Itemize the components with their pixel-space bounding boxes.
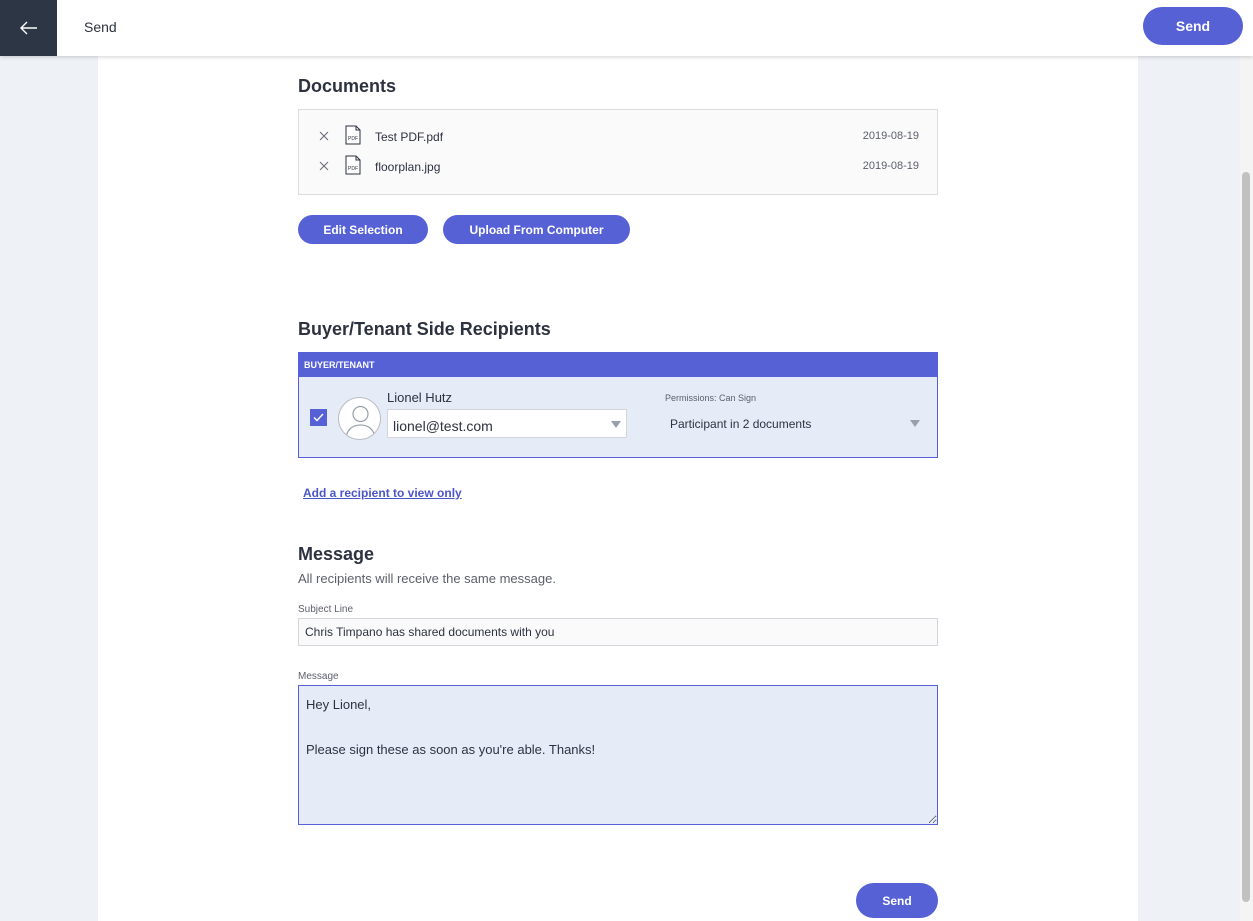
page-title: Send — [84, 19, 117, 35]
send-button-bottom[interactable]: Send — [856, 883, 938, 918]
recipient-checkbox[interactable] — [310, 409, 327, 426]
document-row: PDF Test PDF.pdf 2019-08-19 — [299, 125, 937, 149]
documents-list: PDF Test PDF.pdf 2019-08-19 PDF floorpla… — [298, 109, 938, 195]
subject-line-label: Subject Line — [298, 604, 354, 615]
dropdown-arrow-icon — [910, 420, 920, 427]
pdf-file-icon: PDF — [345, 125, 361, 145]
pdf-file-icon: PDF — [345, 155, 361, 175]
participation-value: Participant in 2 documents — [670, 417, 812, 431]
message-label: Message — [298, 671, 339, 682]
svg-text:PDF: PDF — [348, 166, 358, 172]
message-textarea[interactable]: Hey Lionel, Please sign these as soon as… — [298, 685, 938, 825]
document-name: floorplan.jpg — [375, 160, 441, 174]
remove-document-icon[interactable] — [317, 159, 331, 173]
remove-document-icon[interactable] — [317, 129, 331, 143]
participation-select[interactable]: Participant in 2 documents — [665, 411, 927, 437]
send-button-top[interactable]: Send — [1143, 7, 1243, 45]
recipient-group-header: BUYER/TENANT — [299, 353, 937, 377]
user-silhouette-icon — [345, 405, 376, 439]
top-bar: Send Send — [0, 0, 1253, 56]
arrow-left-icon — [19, 21, 37, 35]
avatar — [338, 397, 381, 440]
recipient-name: Lionel Hutz — [387, 390, 453, 405]
recipient-email-select[interactable]: lionel@test.com — [387, 409, 627, 438]
svg-text:PDF: PDF — [348, 136, 358, 142]
dropdown-arrow-icon — [611, 421, 621, 428]
message-subtext: All recipients will receive the same mes… — [298, 571, 556, 586]
recipient-group: BUYER/TENANT Lionel Hutz lionel@test.com… — [298, 352, 938, 458]
edit-selection-button[interactable]: Edit Selection — [298, 215, 428, 244]
back-button[interactable] — [0, 0, 57, 56]
document-date: 2019-08-19 — [862, 130, 919, 142]
document-name: Test PDF.pdf — [375, 130, 444, 144]
documents-heading: Documents — [298, 76, 397, 96]
checkmark-icon — [313, 413, 324, 422]
subject-line-input[interactable] — [298, 618, 938, 646]
scrollbar-thumb[interactable] — [1242, 172, 1250, 902]
permissions-label: Permissions: Can Sign — [665, 393, 757, 403]
recipients-heading: Buyer/Tenant Side Recipients — [298, 319, 551, 339]
upload-from-computer-button[interactable]: Upload From Computer — [443, 215, 630, 244]
message-heading: Message — [298, 544, 375, 564]
recipient-email-value: lionel@test.com — [393, 418, 493, 434]
document-date: 2019-08-19 — [862, 160, 919, 172]
add-view-only-recipient-link[interactable]: Add a recipient to view only — [303, 486, 462, 500]
document-row: PDF floorplan.jpg 2019-08-19 — [299, 155, 937, 179]
